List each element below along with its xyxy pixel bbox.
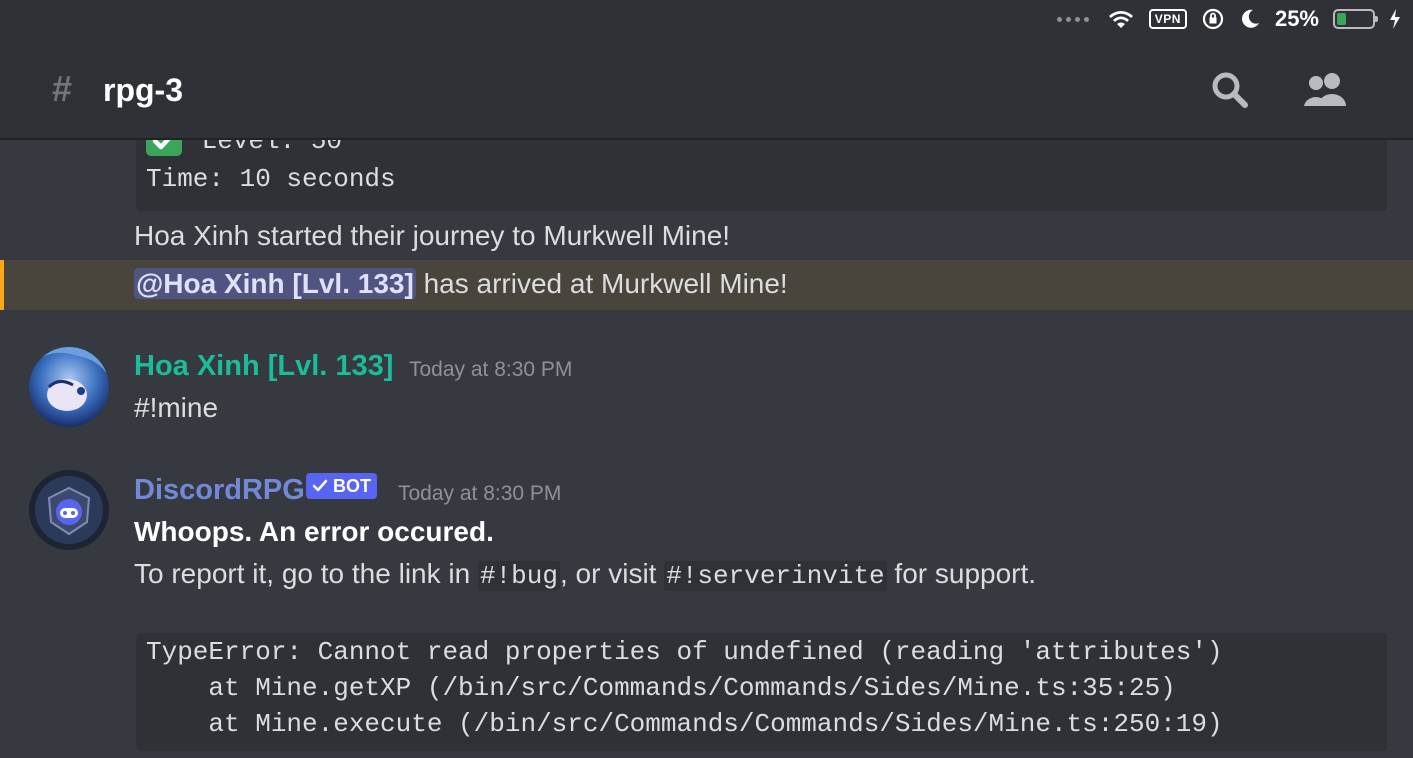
code-block: Level: 50 Time: 10 seconds xyxy=(136,140,1387,211)
charging-icon xyxy=(1390,9,1400,29)
error-report-text: To report it, go to the link in #!bug, o… xyxy=(134,558,1037,591)
battery-icon xyxy=(1333,9,1378,29)
error-line: at Mine.getXP (/bin/src/Commands/Command… xyxy=(146,673,1176,703)
arrival-text: has arrived at Murkwell Mine! xyxy=(415,268,788,299)
code-line: Level: 50 xyxy=(201,140,343,156)
top-bar: VPN 25% # rpg-3 xyxy=(0,0,1413,140)
bot-badge: BOT xyxy=(306,473,378,499)
message-content: #!mine xyxy=(134,392,219,423)
error-headline: Whoops. An error occured. xyxy=(134,516,494,547)
avatar[interactable] xyxy=(29,347,109,427)
bug-command: #!bug xyxy=(477,561,560,591)
bot-timestamp: Today at 8:30 PM xyxy=(398,482,562,505)
timestamp: Today at 8:30 PM xyxy=(409,358,573,381)
error-line: at Mine.execute (/bin/src/Commands/Comma… xyxy=(146,709,1223,739)
members-icon[interactable] xyxy=(1302,70,1352,110)
signal-icon xyxy=(1056,16,1089,22)
code-line: Time: 10 seconds xyxy=(146,164,396,194)
error-line: TypeError: Cannot read properties of und… xyxy=(146,637,1223,667)
bot-avatar[interactable] xyxy=(29,470,109,550)
system-message: Hoa Xinh started their journey to Murkwe… xyxy=(134,220,731,251)
search-icon[interactable] xyxy=(1210,70,1250,110)
vpn-badge: VPN xyxy=(1148,9,1187,29)
error-code-block: TypeError: Cannot read properties of und… xyxy=(136,633,1387,751)
username[interactable]: Hoa Xinh [Lvl. 133] xyxy=(134,350,393,383)
bot-username[interactable]: DiscordRPG xyxy=(134,474,305,507)
wifi-icon xyxy=(1108,11,1133,28)
status-bar: VPN 25% xyxy=(0,0,1413,40)
verified-check-icon xyxy=(312,479,328,492)
serverinvite-command: #!serverinvite xyxy=(664,561,887,591)
channel-header: # rpg-3 xyxy=(0,56,1413,126)
highlighted-message: @Hoa Xinh [Lvl. 133] has arrived at Murk… xyxy=(0,260,1413,310)
channel-hash-icon: # xyxy=(52,68,73,109)
battery-percent: 25% xyxy=(1274,6,1319,31)
channel-name: rpg-3 xyxy=(103,72,183,108)
checkmark-icon xyxy=(146,140,182,157)
moon-icon xyxy=(1242,9,1259,28)
user-mention[interactable]: @Hoa Xinh [Lvl. 133] xyxy=(134,268,416,299)
message-list[interactable]: Level: 50 Time: 10 seconds Hoa Xinh star… xyxy=(0,140,1413,758)
orientation-lock-icon xyxy=(1202,8,1224,30)
